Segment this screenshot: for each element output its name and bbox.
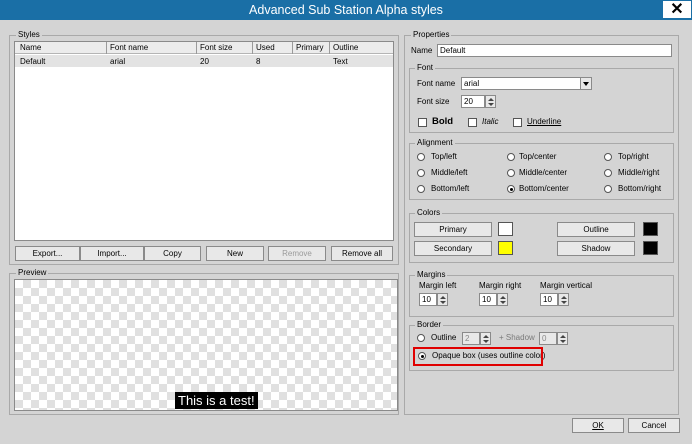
cell-font-size: 20 <box>200 57 209 66</box>
border-outline-label: Outline <box>431 333 457 342</box>
align-bottom-right-radio[interactable] <box>604 185 612 193</box>
secondary-color-swatch[interactable] <box>498 241 513 255</box>
primary-color-button[interactable]: Primary <box>414 222 492 237</box>
shadow-color-swatch[interactable] <box>643 241 658 255</box>
italic-checkbox[interactable] <box>468 118 477 127</box>
outline-width-input[interactable]: 2 <box>462 332 480 345</box>
highlight-box <box>413 347 543 366</box>
shadow-color-button[interactable]: Shadow <box>557 241 635 256</box>
border-group-label: Border <box>415 320 444 329</box>
alignment-group-label: Alignment <box>415 138 455 147</box>
column-header-used[interactable]: Used <box>253 42 293 54</box>
margin-right-label: Margin right <box>479 281 522 290</box>
font-group-label: Font <box>415 63 436 72</box>
styles-list[interactable] <box>14 41 394 241</box>
align-bottom-right-label: Bottom/right <box>618 184 662 193</box>
primary-color-swatch[interactable] <box>498 222 513 236</box>
window-title: Advanced Sub Station Alpha styles <box>249 3 443 17</box>
import-button[interactable]: Import... <box>80 246 144 261</box>
cell-outline: Text <box>333 57 348 66</box>
outline-color-swatch[interactable] <box>643 222 658 236</box>
column-header-outline[interactable]: Outline <box>330 42 393 54</box>
close-icon[interactable]: ✕ <box>662 0 692 19</box>
shadow-label: + Shadow <box>499 333 535 342</box>
cell-used: 8 <box>256 57 261 66</box>
margin-left-spinner[interactable] <box>437 293 448 306</box>
ok-button[interactable]: OK <box>572 418 624 433</box>
column-header-font-size[interactable]: Font size <box>197 42 253 54</box>
column-header-name[interactable]: Name <box>17 42 107 54</box>
bold-label: Bold <box>432 116 454 127</box>
margins-group-label: Margins <box>415 270 448 279</box>
font-size-spinner[interactable] <box>485 95 496 108</box>
align-top-center-label: Top/center <box>519 152 557 161</box>
align-middle-center-label: Middle/center <box>519 168 568 177</box>
align-top-right-label: Top/right <box>618 152 649 161</box>
align-middle-center-radio[interactable] <box>507 169 515 177</box>
shadow-depth-input[interactable]: 0 <box>539 332 557 345</box>
cell-primary <box>293 56 296 67</box>
column-header-primary[interactable]: Primary <box>293 42 330 54</box>
align-middle-left-radio[interactable] <box>417 169 425 177</box>
outline-color-button[interactable]: Outline <box>557 222 635 237</box>
font-name-combo[interactable]: arial <box>461 77 581 90</box>
column-header-font-name[interactable]: Font name <box>107 42 197 54</box>
preview-group-label: Preview <box>16 268 49 277</box>
margin-left-input[interactable]: 10 <box>419 293 437 306</box>
italic-label: Italic <box>482 117 499 126</box>
align-top-right-radio[interactable] <box>604 153 612 161</box>
underline-checkbox[interactable] <box>513 118 522 127</box>
cell-font-name: arial <box>110 57 126 66</box>
align-bottom-left-label: Bottom/left <box>431 184 470 193</box>
bold-checkbox[interactable] <box>418 118 427 127</box>
styles-group-label: Styles <box>16 30 42 39</box>
align-middle-right-label: Middle/right <box>618 168 660 177</box>
name-label: Name <box>411 46 433 55</box>
margin-right-input[interactable]: 10 <box>479 293 497 306</box>
secondary-color-button[interactable]: Secondary <box>414 241 492 256</box>
preview-sample-text: This is a test! <box>175 392 258 409</box>
align-bottom-left-radio[interactable] <box>417 185 425 193</box>
remove-all-button[interactable]: Remove all <box>331 246 393 261</box>
border-outline-radio[interactable] <box>417 334 425 342</box>
font-name-label: Font name <box>417 79 456 88</box>
margin-vertical-label: Margin vertical <box>540 281 593 290</box>
chevron-down-icon[interactable] <box>580 77 592 90</box>
copy-button[interactable]: Copy <box>144 246 201 261</box>
properties-group-label: Properties <box>411 30 452 39</box>
align-middle-left-label: Middle/left <box>431 168 468 177</box>
margin-vertical-spinner[interactable] <box>558 293 569 306</box>
remove-button[interactable]: Remove <box>268 246 326 261</box>
colors-group-label: Colors <box>415 208 443 217</box>
export-button[interactable]: Export... <box>15 246 80 261</box>
cancel-button[interactable]: Cancel <box>628 418 680 433</box>
align-top-center-radio[interactable] <box>507 153 515 161</box>
align-middle-right-radio[interactable] <box>604 169 612 177</box>
align-bottom-center-radio[interactable] <box>507 185 515 193</box>
margin-left-label: Margin left <box>419 281 457 290</box>
align-top-left-radio[interactable] <box>417 153 425 161</box>
margin-vertical-input[interactable]: 10 <box>540 293 558 306</box>
outline-width-spinner[interactable] <box>480 332 491 345</box>
align-bottom-center-label: Bottom/center <box>519 184 569 193</box>
style-name-input[interactable]: Default <box>437 44 672 57</box>
align-top-left-label: Top/left <box>431 152 457 161</box>
cell-name: Default <box>20 57 46 66</box>
margin-right-spinner[interactable] <box>497 293 508 306</box>
underline-label: Underline <box>527 117 562 126</box>
font-size-input[interactable]: 20 <box>461 95 485 108</box>
font-size-label: Font size <box>417 97 450 106</box>
shadow-depth-spinner[interactable] <box>557 332 568 345</box>
new-button[interactable]: New <box>206 246 264 261</box>
